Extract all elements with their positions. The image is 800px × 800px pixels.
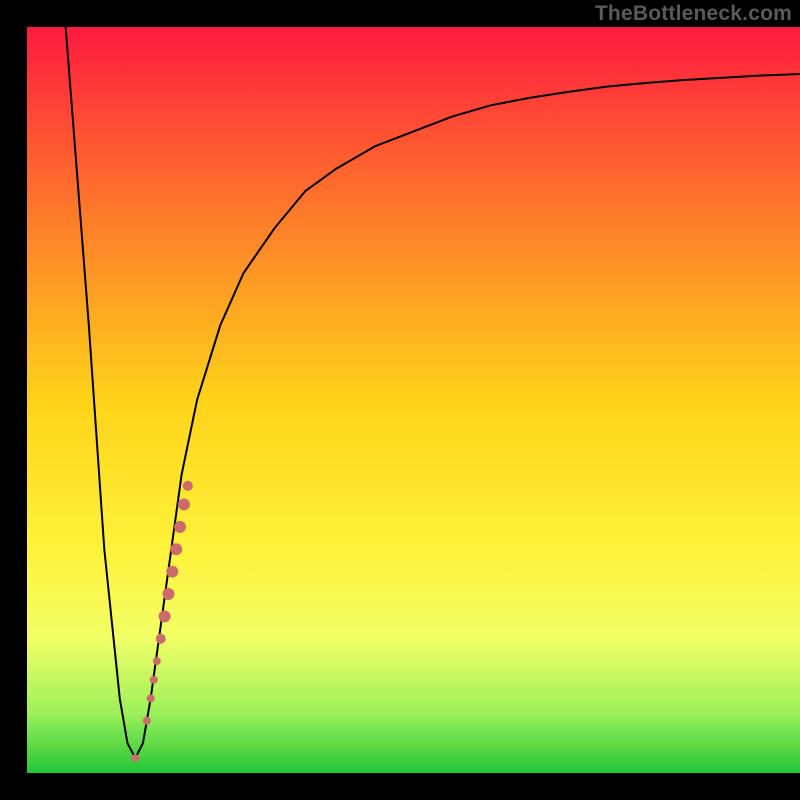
plot-gradient-bg: [27, 27, 800, 773]
data-point: [166, 566, 178, 578]
bottleneck-plot: [0, 0, 800, 800]
data-point: [178, 498, 190, 510]
data-point: [147, 694, 155, 702]
data-point: [153, 657, 161, 665]
data-point: [131, 754, 139, 762]
data-point: [162, 588, 174, 600]
data-point: [159, 610, 171, 622]
data-point: [170, 543, 182, 555]
watermark-text: TheBottleneck.com: [595, 2, 792, 26]
data-point: [143, 717, 151, 725]
data-point: [183, 481, 193, 491]
chart-container: TheBottleneck.com: [0, 0, 800, 800]
data-point: [150, 676, 158, 684]
data-point: [156, 634, 166, 644]
data-point: [174, 521, 186, 533]
